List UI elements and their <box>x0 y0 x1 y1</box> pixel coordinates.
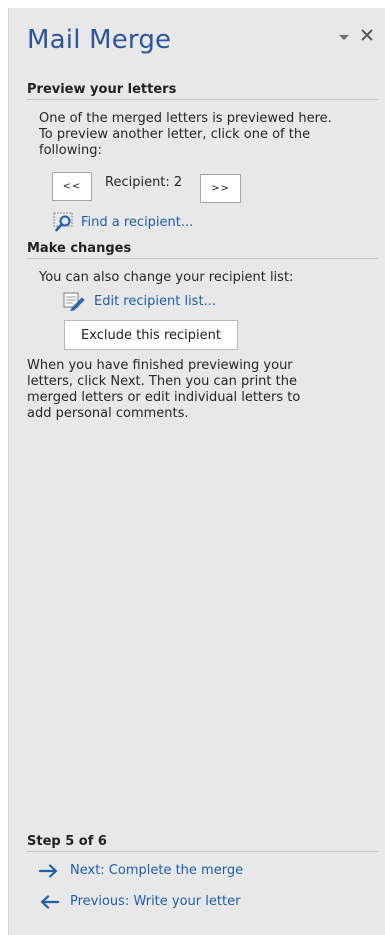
preview-description: One of the merged letters is previewed h… <box>39 111 332 159</box>
mail-merge-pane: Mail Merge Preview your letters One of t… <box>8 8 385 935</box>
finish-instructions-line: When you have finished previewing your <box>27 358 293 373</box>
next-recipient-button[interactable]: >> <box>200 174 241 203</box>
previous-step-label[interactable]: Previous: Write your letter <box>70 894 240 909</box>
arrow-left-icon <box>39 894 59 909</box>
recipient-counter: Recipient: 2 <box>105 175 183 190</box>
finish-instructions-line: merged letters or edit individual letter… <box>27 390 301 405</box>
edit-recipient-list-link[interactable]: Edit recipient list... <box>63 291 216 311</box>
finish-instructions: When you have finished previewing your l… <box>27 358 300 422</box>
next-step-label[interactable]: Next: Complete the merge <box>70 863 243 878</box>
find-recipient-label[interactable]: Find a recipient... <box>81 215 193 230</box>
previous-step-link[interactable]: Previous: Write your letter <box>39 894 240 909</box>
preview-description-line: following: <box>39 143 102 158</box>
magnifier-icon <box>53 212 73 232</box>
edit-recipient-list-label[interactable]: Edit recipient list... <box>94 294 216 309</box>
dropdown-triangle-icon <box>337 30 351 44</box>
pane-options-button[interactable] <box>337 30 351 44</box>
finish-instructions-line: letters, click Next. Then you can print … <box>27 374 297 389</box>
exclude-recipient-button[interactable]: Exclude this recipient <box>64 320 238 350</box>
step-indicator: Step 5 of 6 <box>27 834 378 852</box>
close-icon <box>359 27 375 43</box>
pane-title: Mail Merge <box>27 25 172 55</box>
preview-description-line: One of the merged letters is previewed h… <box>39 111 332 126</box>
previous-recipient-button[interactable]: << <box>52 172 92 201</box>
edit-list-icon <box>63 291 85 311</box>
changes-section-heading: Make changes <box>27 241 378 259</box>
changes-description: You can also change your recipient list: <box>39 270 294 285</box>
find-recipient-link[interactable]: Find a recipient... <box>53 212 193 232</box>
preview-description-line: To preview another letter, click one of … <box>39 127 311 142</box>
finish-instructions-line: add personal comments. <box>27 406 189 421</box>
pane-close-button[interactable] <box>359 27 375 43</box>
preview-section-heading: Preview your letters <box>27 82 378 100</box>
next-step-link[interactable]: Next: Complete the merge <box>39 863 243 878</box>
arrow-right-icon <box>39 863 59 878</box>
